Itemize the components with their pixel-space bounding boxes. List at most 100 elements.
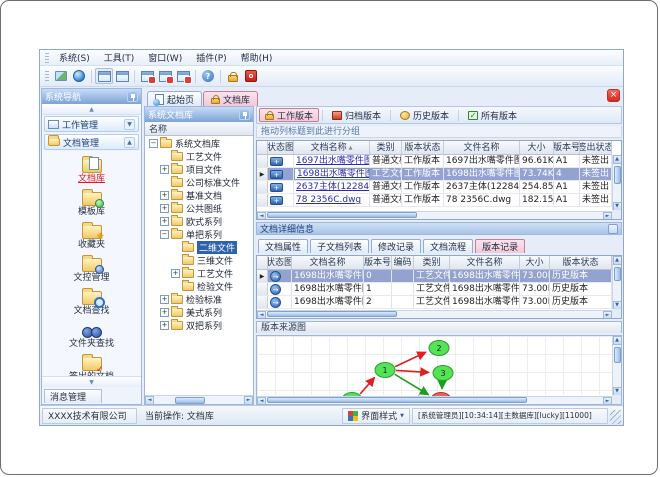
- scroll-right-icon[interactable]: ►: [603, 211, 612, 219]
- tree-node-三维文件[interactable]: 三维文件: [145, 254, 253, 267]
- image-button[interactable]: [52, 68, 70, 84]
- column-header-类别[interactable]: 类别: [370, 141, 402, 154]
- tab-起始页[interactable]: 起始页: [147, 91, 203, 106]
- scrollbar-thumb[interactable]: [267, 311, 397, 317]
- column-header-类别[interactable]: 类别: [414, 256, 450, 269]
- tree-node-公司标准文件[interactable]: 公司标准文件: [145, 176, 253, 189]
- pin-icon[interactable]: [239, 109, 250, 120]
- tree-node-二维文件[interactable]: 二维文件: [145, 241, 253, 254]
- tree-node-项目文件[interactable]: + 项目文件: [145, 163, 253, 176]
- detail-tab-文档属性[interactable]: 文档属性: [258, 239, 309, 253]
- version-node-3[interactable]: 3: [432, 365, 454, 381]
- close-tab-icon[interactable]: ×: [607, 89, 620, 102]
- 历史版本-button[interactable]: 历史版本: [394, 108, 455, 122]
- column-header-大小[interactable]: 大小: [520, 141, 554, 154]
- scrollbar-thumb[interactable]: [175, 397, 205, 404]
- column-header-大小[interactable]: 大小: [520, 256, 550, 269]
- table-row[interactable]: +1697出水嘴零件图.dwg普通文档工作版本1697出水嘴零件图.dwg96.…: [257, 155, 612, 168]
- tree-horizontal-scrollbar[interactable]: ◄ ►: [145, 395, 253, 405]
- 所有版本-button[interactable]: ✓ 所有版本: [462, 108, 523, 122]
- scroll-up-icon[interactable]: ▲: [612, 256, 621, 265]
- tree-node-欧式系列[interactable]: + 欧式系列: [145, 215, 253, 228]
- tree-node-工艺文件[interactable]: 工艺文件: [145, 150, 253, 163]
- graph-vertical-scrollbar[interactable]: ▲ ▼: [612, 336, 621, 396]
- scrollbar-thumb[interactable]: [614, 267, 621, 281]
- resize-grip[interactable]: [610, 410, 621, 424]
- sidebar-item-文档库[interactable]: 文档库: [46, 154, 138, 185]
- scroll-right-icon[interactable]: ►: [603, 396, 612, 404]
- sidebar-expand-strip[interactable]: ▼: [42, 376, 141, 387]
- expand-icon[interactable]: +: [160, 321, 169, 330]
- exit-button[interactable]: [242, 68, 260, 84]
- column-header-文件名称[interactable]: 文件名称: [450, 256, 520, 269]
- menu-grip[interactable]: [45, 52, 49, 63]
- versions-horizontal-scrollbar[interactable]: ◄ ►: [257, 310, 612, 318]
- column-header-文件名称[interactable]: 文件名称: [444, 141, 520, 154]
- expand-icon[interactable]: +: [160, 191, 169, 200]
- scroll-left-icon[interactable]: ◄: [257, 310, 266, 318]
- table-row[interactable]: →1698出水嘴零件图.dwg2工艺文件1698出水嘴零件图.dwg73.00K…: [257, 296, 612, 309]
- scroll-left-icon[interactable]: ◄: [257, 211, 266, 219]
- menu-item-4[interactable]: 帮助(H): [234, 50, 280, 65]
- version-node-2[interactable]: 2: [428, 340, 450, 356]
- toolbar-grip[interactable]: [45, 71, 49, 81]
- column-header-签出状态[interactable]: 签出状态: [580, 141, 612, 154]
- menu-item-2[interactable]: 窗口(W): [141, 50, 189, 65]
- tile-window-button[interactable]: [113, 68, 131, 84]
- detail-tab-文档流程[interactable]: 文档流程: [423, 239, 474, 253]
- menu-item-0[interactable]: 系统(S): [52, 50, 97, 65]
- versions-vertical-scrollbar[interactable]: ▲ ▼: [612, 256, 621, 310]
- scrollbar-thumb[interactable]: [614, 347, 621, 363]
- tree-node-双把系列[interactable]: + 双把系列: [145, 319, 253, 332]
- 工作版本-button[interactable]: 工作版本: [259, 108, 320, 122]
- sidebar-item-模板库[interactable]: 模板库: [46, 187, 138, 218]
- column-header-版本状态[interactable]: 版本状态: [550, 256, 612, 269]
- collapse-icon[interactable]: −: [149, 139, 158, 148]
- tree-node-工艺文件[interactable]: + 工艺文件: [145, 267, 253, 280]
- documents-horizontal-scrollbar[interactable]: ◄ ►: [257, 211, 612, 219]
- cascade-window-button[interactable]: [95, 68, 113, 84]
- sidebar-item-文档查找[interactable]: 文档查找: [46, 286, 138, 317]
- table-row[interactable]: ▶+1698出水嘴零件图.dwg工艺文件工作版本1698出水嘴零件图.dwg73…: [257, 168, 612, 181]
- sidebar-item-签出的文档[interactable]: 签出的文档: [46, 352, 138, 376]
- tree-node-系统文档库[interactable]: − 系统文档库: [145, 137, 253, 150]
- scroll-up-icon[interactable]: ▲: [612, 155, 621, 164]
- tree-column-header[interactable]: 名称: [145, 122, 253, 136]
- column-header-状态图[interactable]: 状态图: [268, 256, 292, 269]
- detail-tab-修改记录[interactable]: 修改记录: [371, 239, 422, 253]
- table-row[interactable]: →1698出水嘴零件图.dwg1工艺文件1698出水嘴零件图.dwg73.00K…: [257, 283, 612, 296]
- documents-vertical-scrollbar[interactable]: ▲ ▼: [612, 155, 621, 211]
- message-management-tab[interactable]: 消息管理: [44, 389, 102, 403]
- tree-node-检验标准[interactable]: + 检验标准: [145, 293, 253, 306]
- tab-文档库[interactable]: 文档库: [203, 91, 259, 106]
- detail-tab-子文档列表[interactable]: 子文档列表: [310, 239, 370, 253]
- scroll-right-icon[interactable]: ►: [244, 395, 253, 405]
- table-row[interactable]: +78 2356C.dwg普通文档工作版本78 2356C.dwg182.15K…: [257, 194, 612, 207]
- 归档版本-button[interactable]: 归档版本: [326, 108, 387, 122]
- expand-icon[interactable]: +: [171, 269, 180, 278]
- scroll-up-icon[interactable]: ▲: [612, 336, 621, 345]
- sidebar-group-docs[interactable]: 文档管理 ▲: [44, 134, 139, 150]
- close-all-windows-button[interactable]: [156, 68, 174, 84]
- version-node-1[interactable]: 1: [374, 362, 396, 378]
- table-row[interactable]: ▶→1698出水嘴零件图.dwg0工艺文件1698出水嘴零件图.dwg73.00…: [257, 270, 612, 283]
- sidebar-group-work[interactable]: 工作管理 ▼: [44, 116, 139, 132]
- scroll-left-icon[interactable]: ◄: [145, 395, 154, 405]
- column-header-版本号[interactable]: 版本号: [554, 141, 580, 154]
- menu-item-3[interactable]: 插件(P): [189, 50, 233, 65]
- scrollbar-thumb[interactable]: [614, 166, 621, 184]
- column-header-状态图[interactable]: 状态图: [268, 141, 294, 154]
- pin-icon[interactable]: [127, 91, 138, 102]
- menu-item-1[interactable]: 工具(T): [97, 50, 142, 65]
- scrollbar-thumb[interactable]: [267, 212, 417, 218]
- column-header-文档名称[interactable]: 文档名称 ▲: [294, 141, 370, 154]
- version-graph-svg[interactable]: 01234: [257, 336, 602, 405]
- close-window-button[interactable]: [138, 68, 156, 84]
- expand-icon[interactable]: +: [160, 165, 169, 174]
- graph-horizontal-scrollbar[interactable]: ◄ ►: [257, 396, 612, 404]
- help-button[interactable]: ?: [199, 68, 217, 84]
- tree-node-检验文件[interactable]: 检验文件: [145, 280, 253, 293]
- sidebar-item-文控管理[interactable]: 文控管理: [46, 253, 138, 284]
- column-header-文档名称[interactable]: 文档名称: [292, 256, 364, 269]
- scroll-right-icon[interactable]: ►: [603, 310, 612, 318]
